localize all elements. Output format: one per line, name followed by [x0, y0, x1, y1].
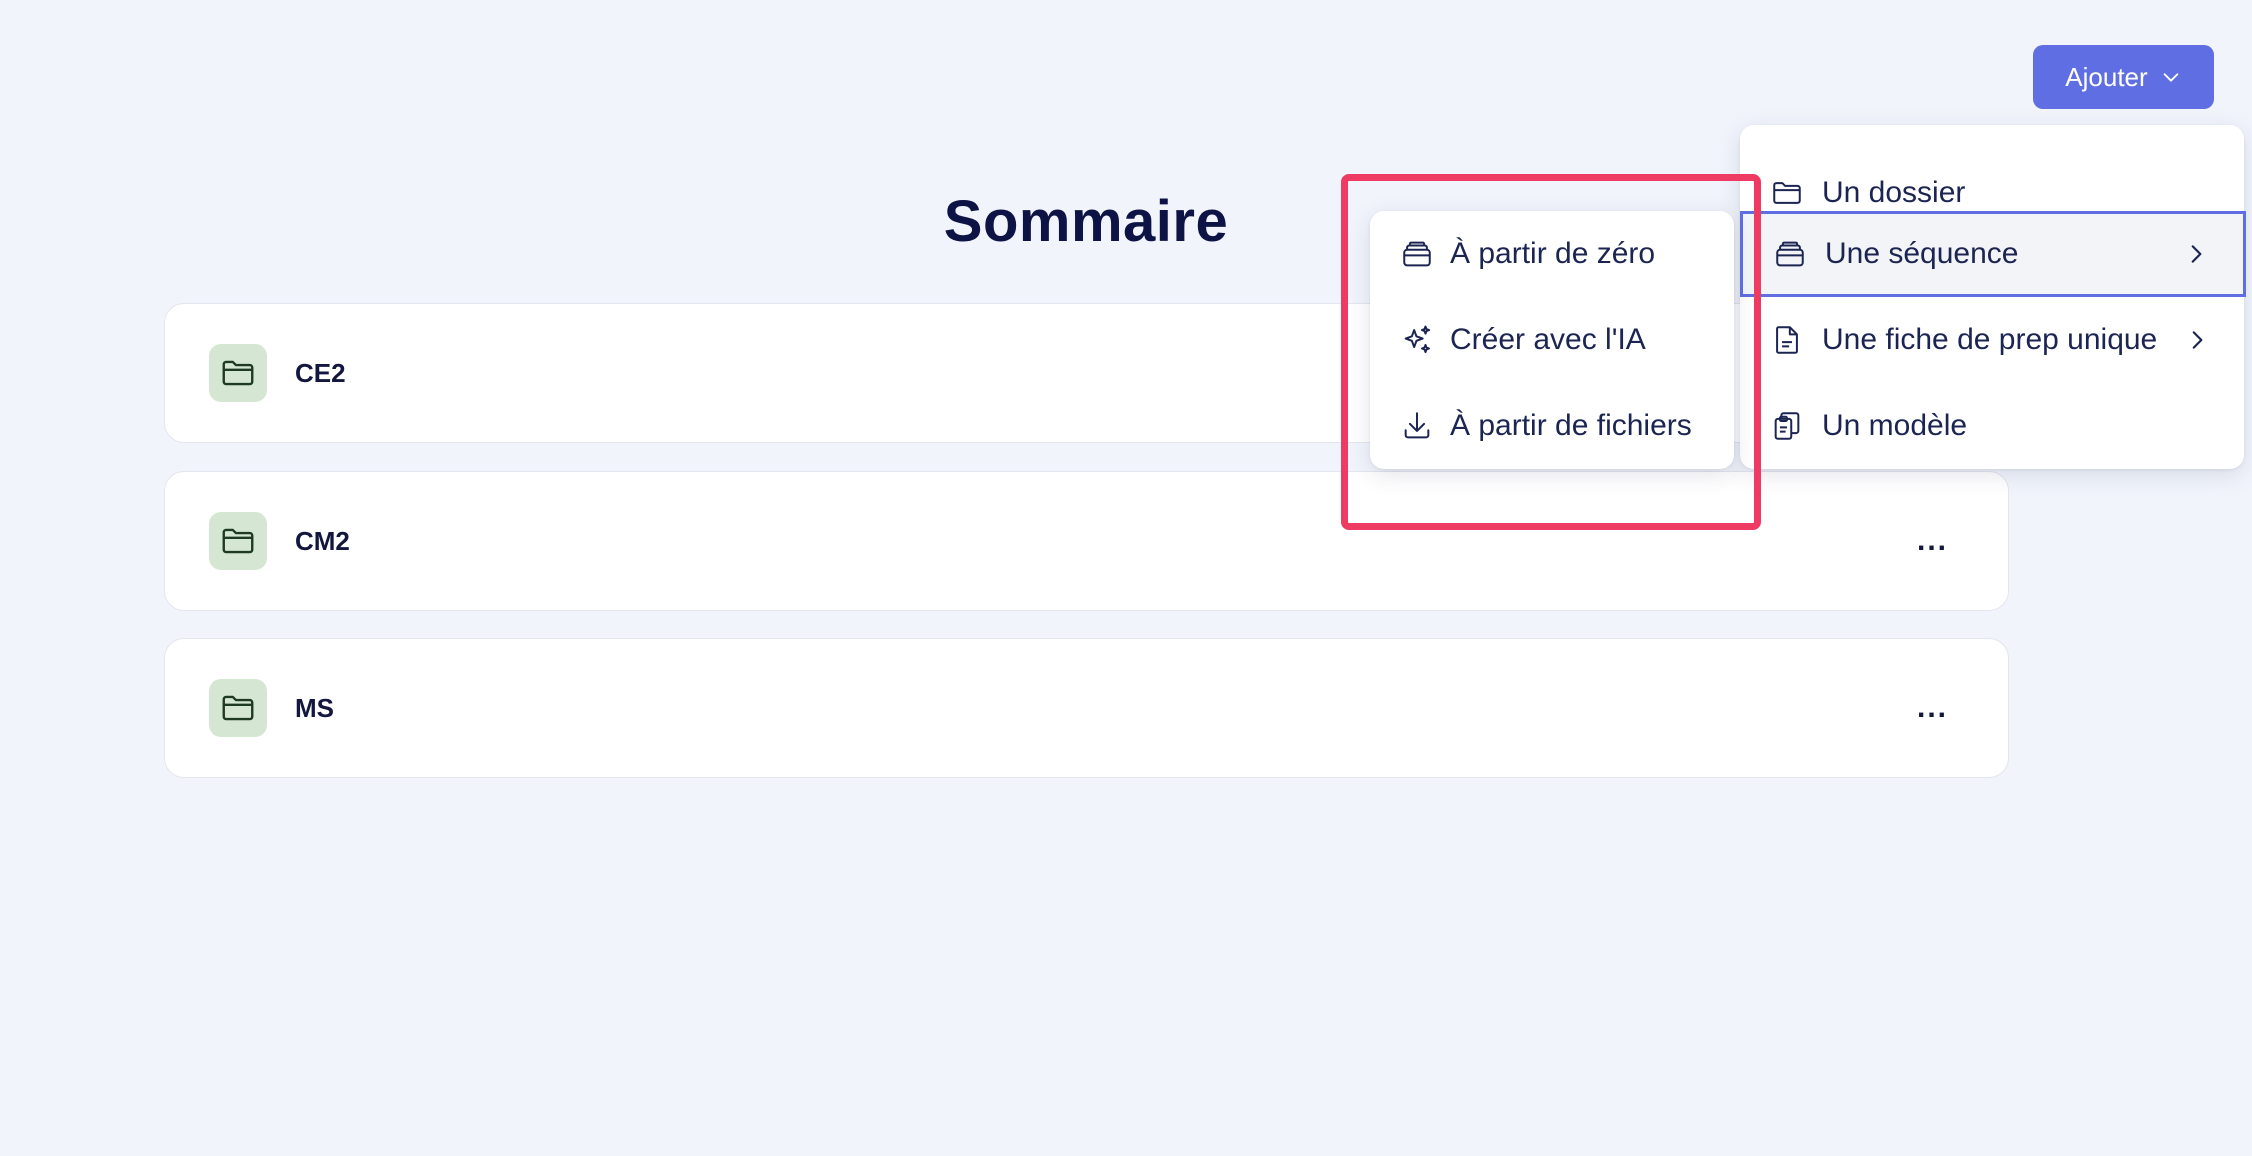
- submenu-item-label: À partir de fichiers: [1450, 409, 1692, 442]
- more-options-button[interactable]: ...: [1917, 526, 1948, 556]
- download-icon: [1404, 412, 1430, 439]
- menu-item-prep-sheet[interactable]: Une fiche de prep unique: [1740, 297, 2244, 383]
- chevron-down-icon: [2163, 73, 2179, 82]
- folder-name: CM2: [295, 525, 350, 556]
- folder-name: MS: [295, 692, 334, 723]
- folder-card-cm2[interactable]: CM2 ...: [164, 471, 2009, 611]
- add-button-label: Ajouter: [2065, 61, 2148, 92]
- submenu-item-create-with-ai[interactable]: Créer avec l'IA: [1370, 297, 1734, 383]
- folder-icon: [209, 512, 267, 570]
- menu-item-label: Une fiche de prep unique: [1822, 323, 2158, 356]
- menu-item-label: Une séquence: [1825, 237, 2019, 270]
- folder-card-ms[interactable]: MS ...: [164, 638, 2009, 778]
- folder-icon: [209, 679, 267, 737]
- document-icon: [1776, 326, 1798, 354]
- clipboard-copy-icon: [1774, 412, 1800, 440]
- stack-icon: [1403, 241, 1431, 267]
- submenu-item-from-scratch[interactable]: À partir de zéro: [1370, 211, 1734, 297]
- submenu-item-from-files[interactable]: À partir de fichiers: [1370, 383, 1734, 469]
- add-menu: Un dossier Une séquence Une fiche de pre…: [1740, 125, 2246, 469]
- page: Ajouter Sommaire CE2 CM2 ... MS ... Un d…: [0, 0, 2252, 1156]
- chevron-right-icon: [2192, 331, 2203, 349]
- menu-item-sequence[interactable]: Une séquence: [1740, 211, 2246, 297]
- add-button[interactable]: Ajouter: [2033, 45, 2214, 109]
- submenu-item-label: À partir de zéro: [1450, 237, 1656, 270]
- folder-name: CE2: [295, 357, 346, 388]
- stack-icon: [1776, 241, 1804, 267]
- sequence-submenu: À partir de zéro Créer avec l'IA À parti…: [1370, 211, 1734, 469]
- menu-item-label: Un modèle: [1822, 409, 1968, 442]
- folder-icon: [1773, 182, 1801, 204]
- chevron-right-icon: [2191, 245, 2202, 263]
- sparkles-icon: [1404, 325, 1431, 354]
- folder-icon: [209, 344, 267, 402]
- menu-item-template[interactable]: Un modèle: [1740, 383, 2244, 469]
- more-options-button[interactable]: ...: [1917, 693, 1948, 723]
- submenu-item-label: Créer avec l'IA: [1450, 323, 1646, 356]
- menu-item-label: Un dossier: [1822, 176, 1966, 209]
